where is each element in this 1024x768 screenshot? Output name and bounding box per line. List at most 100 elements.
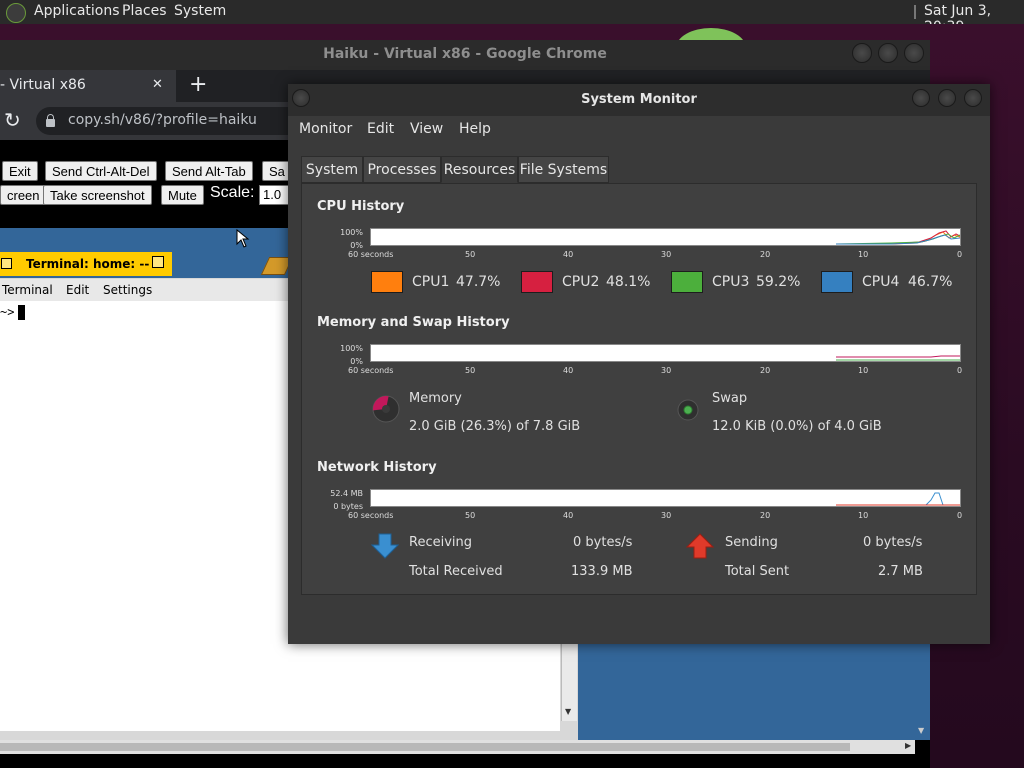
cpu1-color-button[interactable]: [371, 271, 403, 293]
total-received-label: Total Received: [409, 564, 503, 579]
new-tab-button[interactable]: +: [189, 72, 207, 97]
cpu4-color-button[interactable]: [821, 271, 853, 293]
chrome-titlebar: Haiku - Virtual x86 - Google Chrome: [0, 40, 930, 70]
net-x-label: 50: [465, 511, 476, 520]
cpu1-label: CPU1: [412, 274, 450, 290]
sysmon-menu-button[interactable]: [292, 89, 310, 107]
memory-lines: [836, 355, 960, 361]
chrome-minimize-button[interactable]: [852, 43, 872, 63]
scroll-right-icon[interactable]: ▶: [905, 741, 911, 750]
receiving-arrow-icon[interactable]: [371, 532, 399, 560]
total-sent-value: 2.7 MB: [878, 564, 923, 579]
menu-monitor[interactable]: Monitor: [299, 121, 352, 137]
distro-logo-icon[interactable]: [6, 3, 26, 23]
net-x-label: 30: [661, 511, 672, 520]
address-bar[interactable]: copy.sh/v86/?profile=haiku: [36, 107, 306, 135]
terminal-cursor: [18, 305, 25, 320]
terminal-window-tab[interactable]: Terminal: home: --: [0, 252, 172, 276]
applications-menu[interactable]: Applications: [34, 3, 120, 19]
terminal-close-icon[interactable]: [1, 258, 12, 269]
swap-value: 12.0 KiB (0.0%) of 4.0 GiB: [712, 419, 882, 434]
terminal-prompt: ~>: [0, 305, 15, 319]
cpu-x-label: 20: [760, 250, 771, 259]
mouse-cursor-icon: [236, 229, 250, 248]
cpu-x-label: 10: [858, 250, 869, 259]
cpu4-label: CPU4: [862, 274, 900, 290]
sysmon-close-button[interactable]: [964, 89, 982, 107]
memory-pie-icon[interactable]: [371, 394, 401, 424]
net-x-label: 0: [957, 511, 963, 520]
system-menu[interactable]: System: [174, 3, 226, 19]
terminal-menu-edit[interactable]: Edit: [66, 283, 89, 297]
sysmon-maximize-button[interactable]: [938, 89, 956, 107]
cpu-x-label: 0: [957, 250, 963, 259]
terminal-menu-settings[interactable]: Settings: [103, 283, 152, 297]
cpu3-label: CPU3: [712, 274, 750, 290]
top-panel: Applications Places System Sat Jun 3, 20…: [0, 0, 1024, 35]
sending-arrow-icon[interactable]: [686, 532, 714, 560]
total-sent-label: Total Sent: [725, 564, 790, 579]
send-ctrl-alt-del-button[interactable]: Send Ctrl-Alt-Del: [45, 161, 157, 181]
send-alt-tab-button[interactable]: Send Alt-Tab: [165, 161, 253, 181]
cpu-x-label: 50: [465, 250, 476, 259]
tab-file-systems[interactable]: File Systems: [518, 156, 609, 183]
take-screenshot-button[interactable]: Take screenshot: [43, 185, 152, 205]
memory-value: 2.0 GiB (26.3%) of 7.8 GiB: [409, 419, 581, 434]
receiving-label: Receiving: [409, 535, 473, 550]
chrome-tab-title: - Virtual x86: [0, 77, 86, 93]
cpu2-color-button[interactable]: [521, 271, 553, 293]
terminal-title: Terminal: home: --: [26, 257, 150, 271]
cpu2-value: 48.1%: [606, 274, 651, 290]
page-scroll-down-icon[interactable]: ▼: [918, 726, 924, 735]
tab-processes[interactable]: Processes: [363, 156, 441, 183]
tab-system[interactable]: System: [301, 156, 363, 183]
places-menu[interactable]: Places: [122, 3, 167, 19]
net-y-top: 52.4 MB: [330, 489, 363, 498]
system-monitor-title: System Monitor: [581, 92, 697, 107]
cpu4-value: 46.7%: [908, 274, 953, 290]
cpu-y-bottom: 0%: [350, 241, 363, 250]
receiving-value: 0 bytes/s: [573, 535, 633, 550]
scroll-down-icon[interactable]: ▼: [565, 707, 571, 716]
cpu2-label: CPU2: [562, 274, 600, 290]
system-monitor-titlebar: System Monitor: [288, 84, 990, 116]
sysmon-menubar: Monitor Edit View Help: [288, 116, 990, 144]
menu-edit[interactable]: Edit: [367, 121, 394, 137]
net-y-bottom: 0 bytes: [333, 502, 363, 511]
exit-button[interactable]: Exit: [2, 161, 38, 181]
net-x-label: 60 seconds: [348, 511, 394, 520]
page-horizontal-scrollbar[interactable]: ▶: [0, 740, 915, 754]
mute-button[interactable]: Mute: [161, 185, 204, 205]
cpu-x-label: 40: [563, 250, 574, 259]
mem-x-label: 30: [661, 366, 672, 375]
tab-resources[interactable]: Resources: [441, 156, 518, 183]
cpu-history-graph: [370, 228, 961, 246]
network-history-title: Network History: [317, 460, 437, 475]
cpu-x-label: 60 seconds: [348, 250, 394, 259]
fullscreen-button[interactable]: creen: [0, 185, 47, 205]
cpu-history-title: CPU History: [317, 199, 405, 214]
net-x-label: 10: [858, 511, 869, 520]
cpu-x-label: 30: [661, 250, 672, 259]
chrome-close-button[interactable]: [904, 43, 924, 63]
chrome-tab[interactable]: - Virtual x86 ✕: [0, 70, 176, 102]
scrollbar-thumb[interactable]: [0, 743, 850, 751]
swap-pie-icon[interactable]: [676, 398, 700, 422]
menu-view[interactable]: View: [410, 121, 443, 137]
mem-x-label: 10: [858, 366, 869, 375]
reload-icon[interactable]: ↻: [4, 108, 21, 132]
mem-x-label: 40: [563, 366, 574, 375]
terminal-zoom-icon[interactable]: [152, 256, 164, 268]
memory-history-graph: [370, 344, 961, 362]
terminal-menu-terminal[interactable]: Terminal: [2, 283, 53, 297]
mem-y-bottom: 0%: [350, 357, 363, 366]
menu-help[interactable]: Help: [459, 121, 491, 137]
tab-close-icon[interactable]: ✕: [152, 77, 163, 92]
cpu3-color-button[interactable]: [671, 271, 703, 293]
sysmon-minimize-button[interactable]: [912, 89, 930, 107]
chrome-maximize-button[interactable]: [878, 43, 898, 63]
mem-x-label: 20: [760, 366, 771, 375]
network-history-graph: [370, 489, 961, 507]
mem-y-top: 100%: [340, 344, 363, 353]
scale-input[interactable]: 1.0: [259, 185, 289, 205]
